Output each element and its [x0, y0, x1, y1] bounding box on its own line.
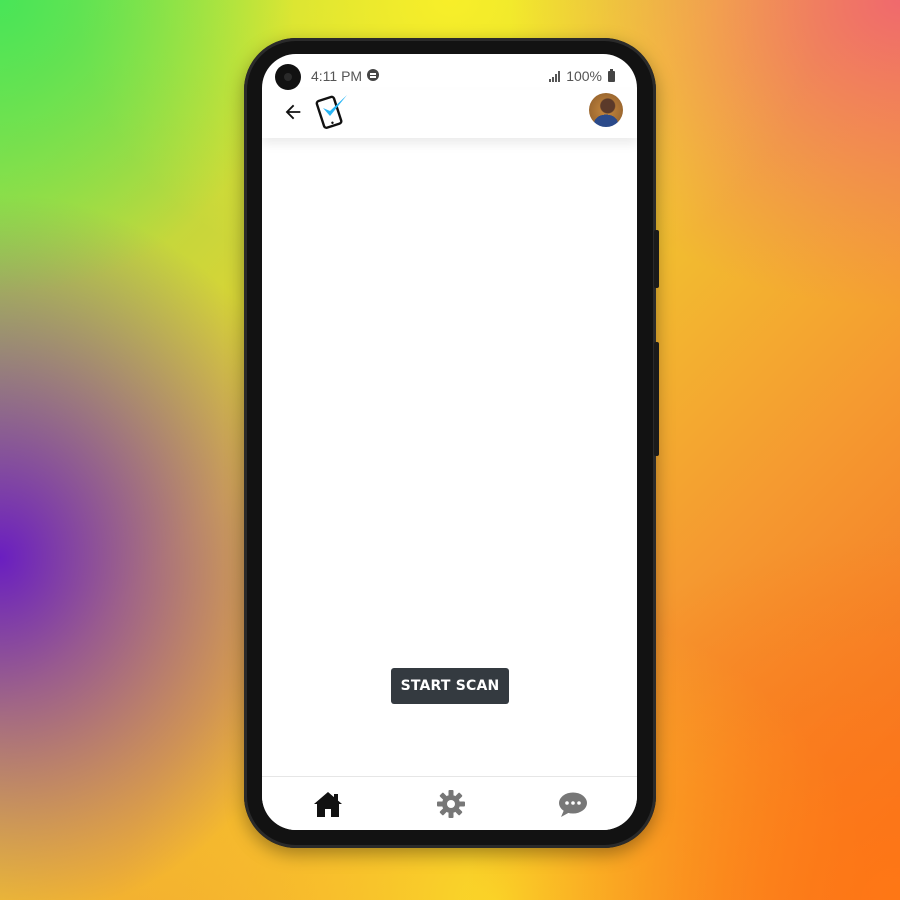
status-right: 100%: [549, 68, 615, 84]
phone-check-logo: [315, 95, 347, 129]
front-camera: [275, 64, 301, 90]
battery-percent: 100%: [566, 68, 602, 84]
bottom-nav: [262, 776, 637, 830]
phone-screen: 4:11 PM 100% START SCAN: [262, 54, 637, 830]
gear-icon[interactable]: [434, 787, 468, 821]
spotify-icon: [367, 69, 379, 81]
phone-side-button-upper: [654, 230, 659, 288]
start-scan-button[interactable]: START SCAN: [391, 668, 509, 704]
chat-bubble-icon[interactable]: [556, 787, 590, 821]
signal-icon: [549, 70, 561, 82]
arrow-left-icon[interactable]: [282, 101, 304, 123]
app-bar: [262, 90, 637, 138]
home-icon[interactable]: [311, 787, 345, 821]
status-time: 4:11 PM: [311, 68, 363, 84]
battery-icon: [608, 68, 615, 82]
phone-side-button-lower: [654, 342, 659, 456]
user-avatar[interactable]: [589, 93, 623, 127]
